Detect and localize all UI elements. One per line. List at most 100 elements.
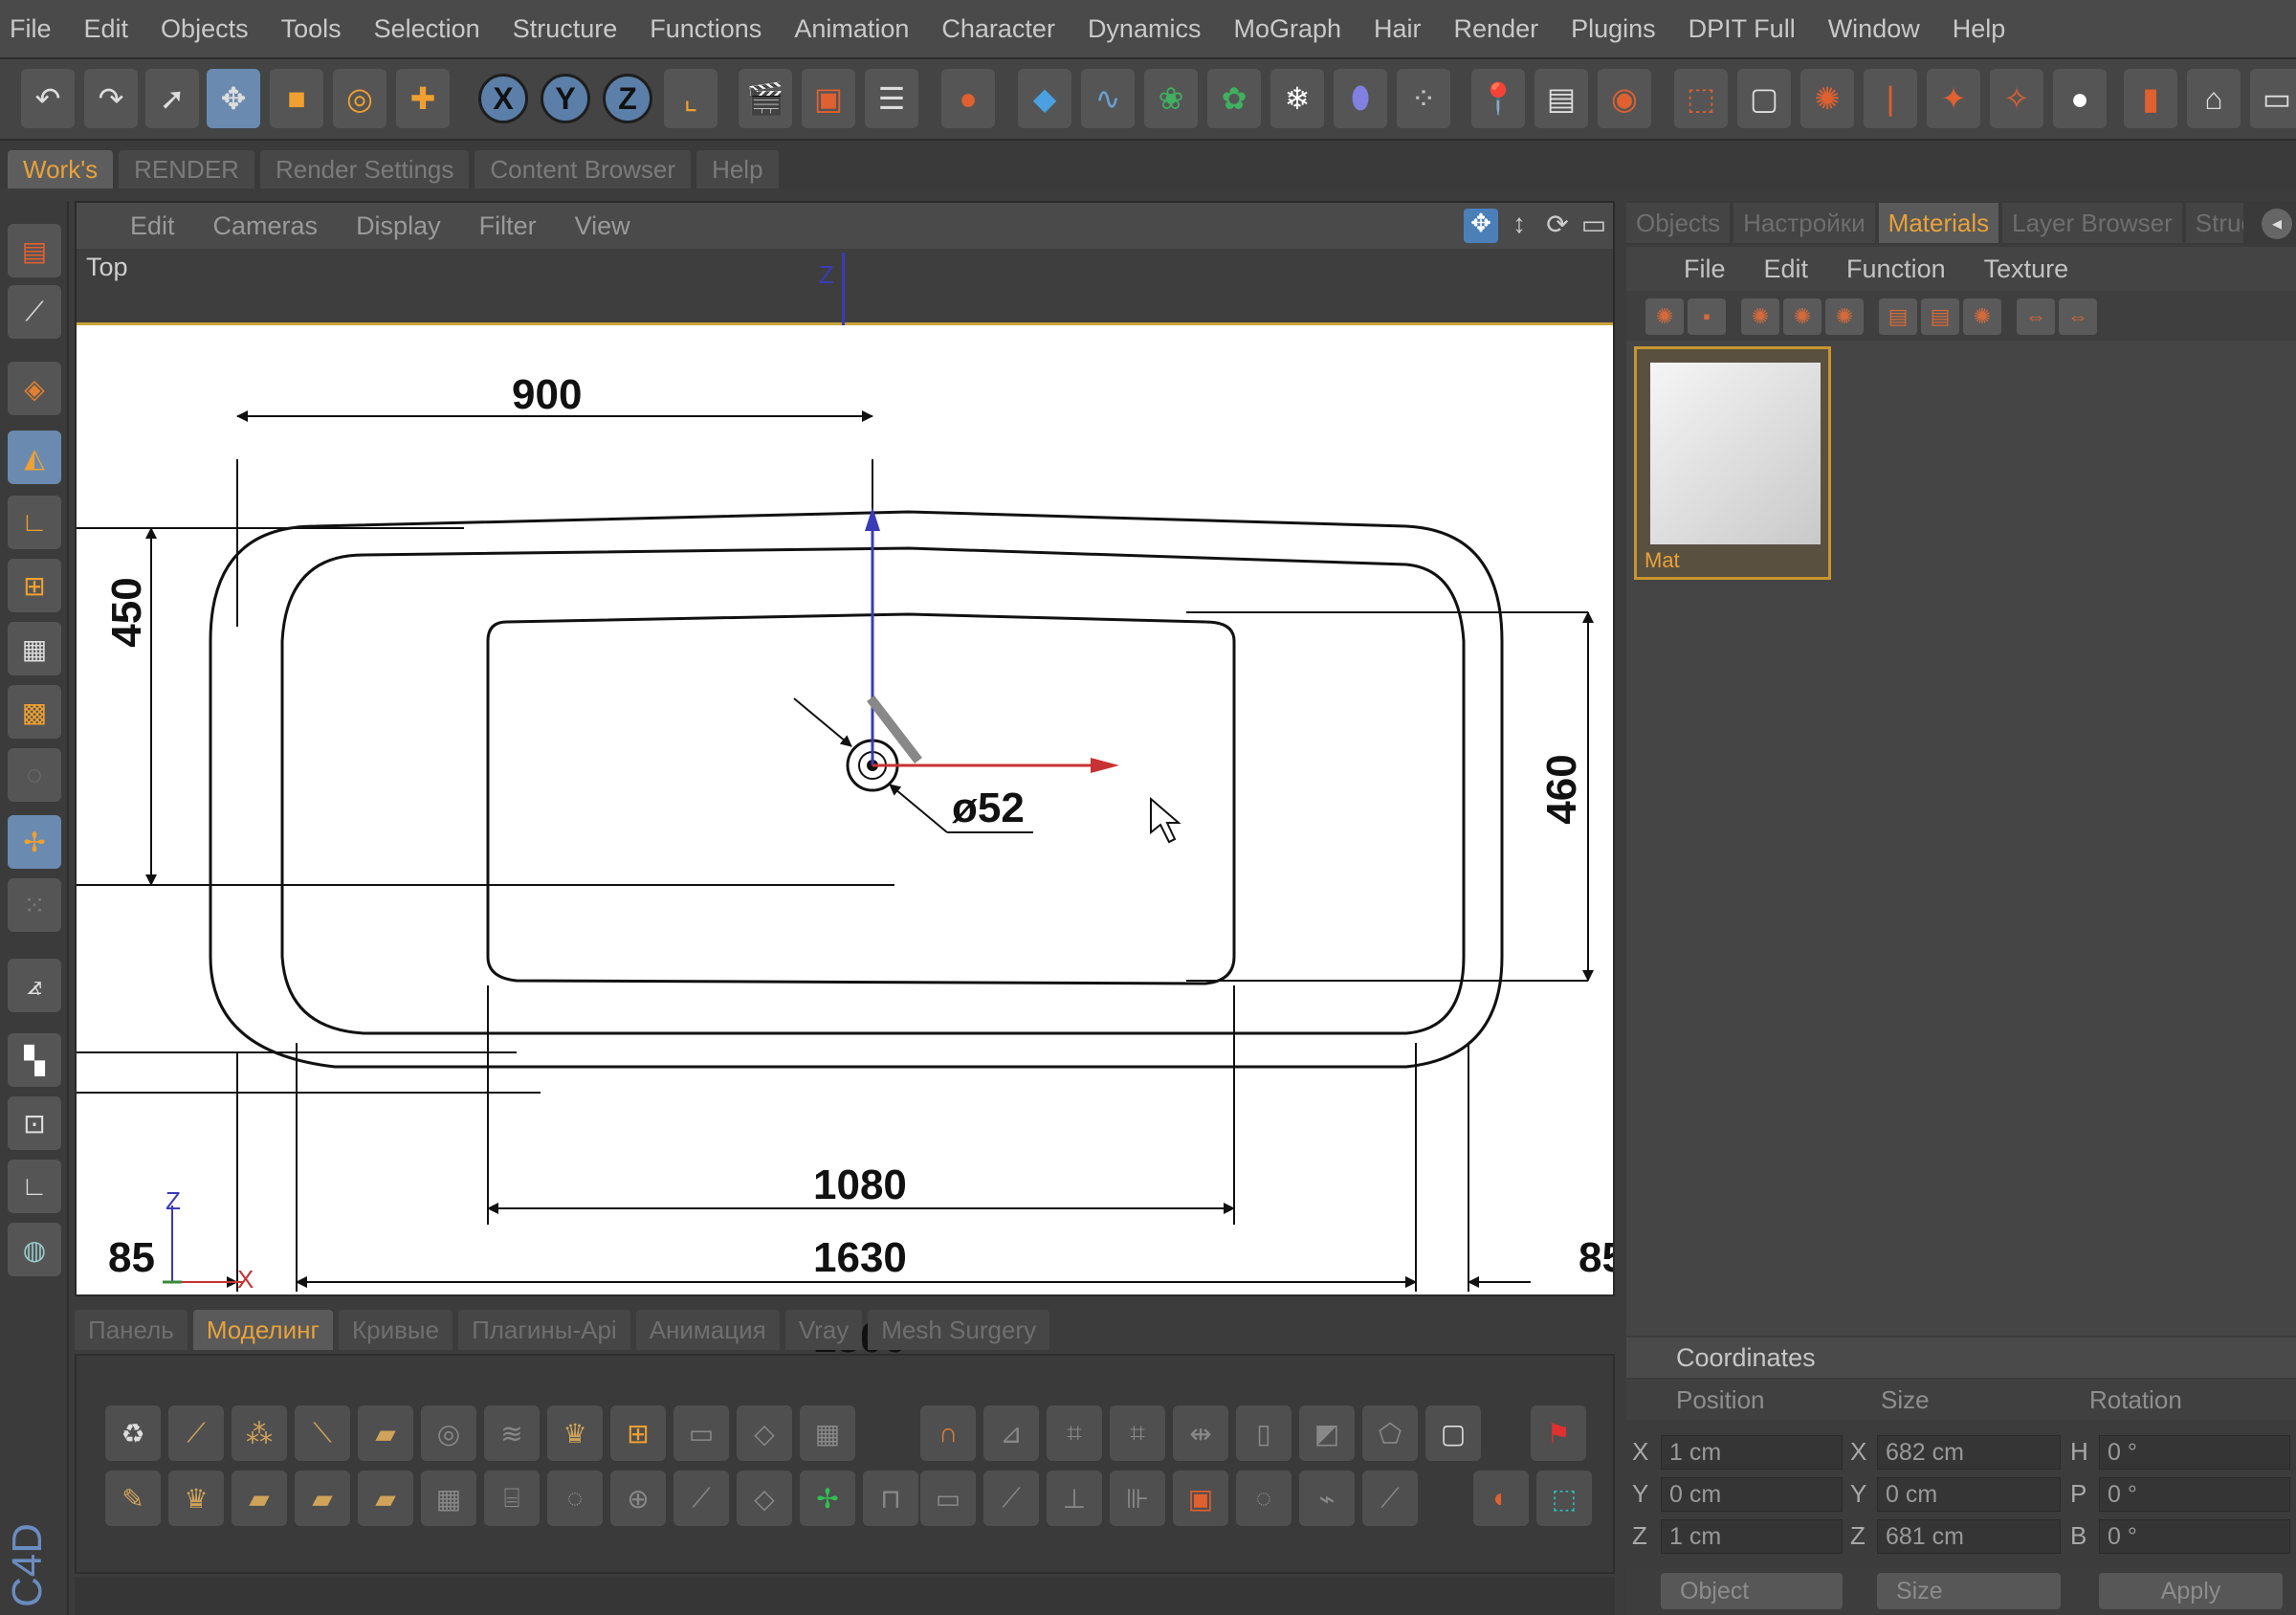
knife-icon[interactable]: ⟋ [168, 1405, 224, 1461]
dissolve-icon[interactable]: ▭ [920, 1471, 976, 1526]
model-mode-icon[interactable]: ⟋ [8, 285, 61, 339]
viewport-maximize-icon[interactable]: ▭ [1577, 209, 1611, 243]
render-picture-viewer-icon[interactable]: ▣ [802, 69, 855, 128]
optimize-icon[interactable]: ⬠ [1362, 1405, 1418, 1461]
extrude-icon[interactable]: ▰ [358, 1405, 413, 1461]
tab-vray[interactable]: Vray [784, 1310, 863, 1350]
material-tool-d-icon[interactable]: ▤ [1879, 299, 1917, 335]
sweep-icon[interactable]: ⊓ [863, 1471, 918, 1526]
tab-objects[interactable]: Objects [1626, 203, 1731, 243]
spin-edge-icon[interactable]: ⟋ [983, 1471, 1039, 1526]
rotation-b-field[interactable]: 0 ° [2099, 1519, 2290, 1554]
axis-mode-icon[interactable]: ∟ [8, 496, 61, 549]
make-editable-icon[interactable]: ▤ [8, 224, 61, 277]
deformer-icon[interactable]: ❄ [1270, 69, 1324, 128]
particles-icon[interactable]: ⁘ [1397, 69, 1450, 128]
snapping-icon[interactable]: ⦨ [8, 959, 61, 1012]
ring-select-icon[interactable]: ▦ [421, 1471, 476, 1526]
viewport-menu-display[interactable]: Display [356, 211, 441, 241]
phong-break-icon[interactable]: ⊕ [610, 1471, 666, 1526]
object-mode-icon[interactable]: ◈ [8, 362, 61, 415]
menu-functions[interactable]: Functions [650, 14, 762, 44]
save-icon[interactable]: ▮ [2124, 69, 2177, 128]
workplane-icon[interactable]: ▢ [1737, 69, 1791, 128]
checker-icon[interactable]: ▚ [8, 1033, 61, 1087]
material-tool-b-icon[interactable]: ✺ [1783, 299, 1821, 335]
render-view-icon[interactable]: 🎬 [739, 69, 792, 128]
scene-icon[interactable]: ⬮ [1334, 69, 1387, 128]
clone-icon[interactable]: ▣ [1173, 1471, 1228, 1526]
workplane-left-icon[interactable]: ⊡ [8, 1096, 61, 1150]
menu-hair[interactable]: Hair [1374, 14, 1422, 44]
weld-icon[interactable]: ◇ [737, 1405, 792, 1461]
mirror-icon[interactable]: ⇹ [1173, 1405, 1228, 1461]
material-tool-f-icon[interactable]: ✺ [1963, 299, 2001, 335]
sculpt-icon[interactable]: ● [941, 69, 995, 128]
bevel-icon[interactable]: ◎ [421, 1405, 476, 1461]
crown-icon[interactable]: ♛ [547, 1405, 603, 1461]
recycle-icon[interactable]: ♻ [105, 1405, 161, 1461]
tool-a-icon[interactable]: ✺ [1800, 69, 1854, 128]
menu-plugins[interactable]: Plugins [1571, 14, 1656, 44]
transform-icon[interactable]: ✚ [396, 69, 450, 128]
layout-editor-icon[interactable]: ▢ [1425, 1405, 1481, 1461]
menu-mograph[interactable]: MoGraph [1233, 14, 1341, 44]
matrix-extrude-icon[interactable]: ▦ [800, 1405, 855, 1461]
load-material-icon[interactable]: ▪ [1688, 299, 1726, 335]
tab-structure[interactable]: Struc [2185, 203, 2243, 243]
tweak-mode-icon[interactable]: ✢ [8, 815, 61, 869]
layout-b-icon[interactable]: ▭ [2250, 69, 2296, 128]
subdivide-icon[interactable]: ◩ [1299, 1405, 1355, 1461]
loop-select-icon[interactable]: ▰ [358, 1471, 413, 1526]
split-icon[interactable]: ▯ [1236, 1405, 1292, 1461]
tab-layer-browser[interactable]: Layer Browser [2002, 203, 2182, 243]
locked-workplane-icon[interactable]: ∟ [8, 1160, 61, 1213]
rectangle-select-icon[interactable]: ♛ [168, 1471, 224, 1526]
viewport-zoom-icon[interactable]: ↕ [1502, 209, 1536, 243]
menu-selection[interactable]: Selection [374, 14, 480, 44]
move-icon[interactable]: ✥ [207, 69, 260, 128]
slide-icon[interactable]: ⊿ [983, 1405, 1039, 1461]
add-point-icon[interactable]: ⊞ [610, 1405, 666, 1461]
menu-file[interactable]: File [10, 14, 52, 44]
array-tool-icon[interactable]: ⊪ [1110, 1471, 1165, 1526]
tab-animation[interactable]: Анимация [635, 1310, 780, 1350]
redo-icon[interactable]: ↷ [84, 69, 138, 128]
tab-render-settings[interactable]: Render Settings [259, 150, 470, 188]
tab-curves[interactable]: Кривые [338, 1310, 453, 1350]
panel-menu-icon[interactable]: ◂ [2262, 209, 2292, 239]
stitch-icon[interactable]: ⌗ [1047, 1405, 1102, 1461]
rotation-p-field[interactable]: 0 ° [2099, 1477, 2290, 1512]
menu-window[interactable]: Window [1828, 14, 1920, 44]
cube-icon[interactable]: ◆ [1018, 69, 1071, 128]
y-axis-lock-icon[interactable]: Y [541, 74, 590, 123]
flag-icon[interactable]: ⚑ [1531, 1405, 1586, 1461]
light-icon[interactable]: ▤ [1534, 69, 1588, 128]
material-tool-g-icon[interactable]: ⇔ [2017, 299, 2055, 335]
menu-structure[interactable]: Structure [513, 14, 618, 44]
viewport[interactable]: Edit Cameras Display Filter View ✥ ↕ ⟳ ▭… [75, 201, 1615, 1361]
menu-help[interactable]: Help [1953, 14, 2006, 44]
close-hole-icon[interactable]: ▭ [673, 1405, 729, 1461]
material-menu-edit[interactable]: Edit [1764, 254, 1809, 284]
technical-drawing-canvas[interactable]: 900 450 460 ø52 1080 1630 1800 85 85 Z X [77, 325, 1613, 1361]
fill-select-icon[interactable]: ⌸ [484, 1471, 540, 1526]
material-tool-c-icon[interactable]: ✺ [1825, 299, 1864, 335]
tool-c-icon[interactable]: ✦ [1927, 69, 1980, 128]
size-y-field[interactable]: 0 cm [1877, 1477, 2061, 1512]
polygon-select-icon[interactable]: ▰ [295, 1471, 350, 1526]
size-mode-dropdown[interactable]: Size [1877, 1573, 2061, 1609]
render-settings-icon[interactable]: ☰ [865, 69, 918, 128]
tab-works[interactable]: Work's [8, 150, 114, 188]
array-icon[interactable]: ✿ [1207, 69, 1261, 128]
rotate-icon[interactable]: ◎ [333, 69, 386, 128]
tab-nastroyki[interactable]: Настройки [1733, 203, 1875, 243]
scale-icon[interactable]: ■ [270, 69, 323, 128]
lasso-select-icon[interactable]: ▰ [232, 1471, 287, 1526]
brush-icon[interactable]: ⟍ [295, 1405, 350, 1461]
uv-icon[interactable]: ⬚ [1536, 1471, 1592, 1526]
globe-icon[interactable]: ◍ [8, 1223, 61, 1276]
tab-materials[interactable]: Materials [1878, 203, 1999, 243]
material-menu-function[interactable]: Function [1846, 254, 1946, 284]
coordinate-mode-dropdown[interactable]: Object [1661, 1573, 1843, 1609]
